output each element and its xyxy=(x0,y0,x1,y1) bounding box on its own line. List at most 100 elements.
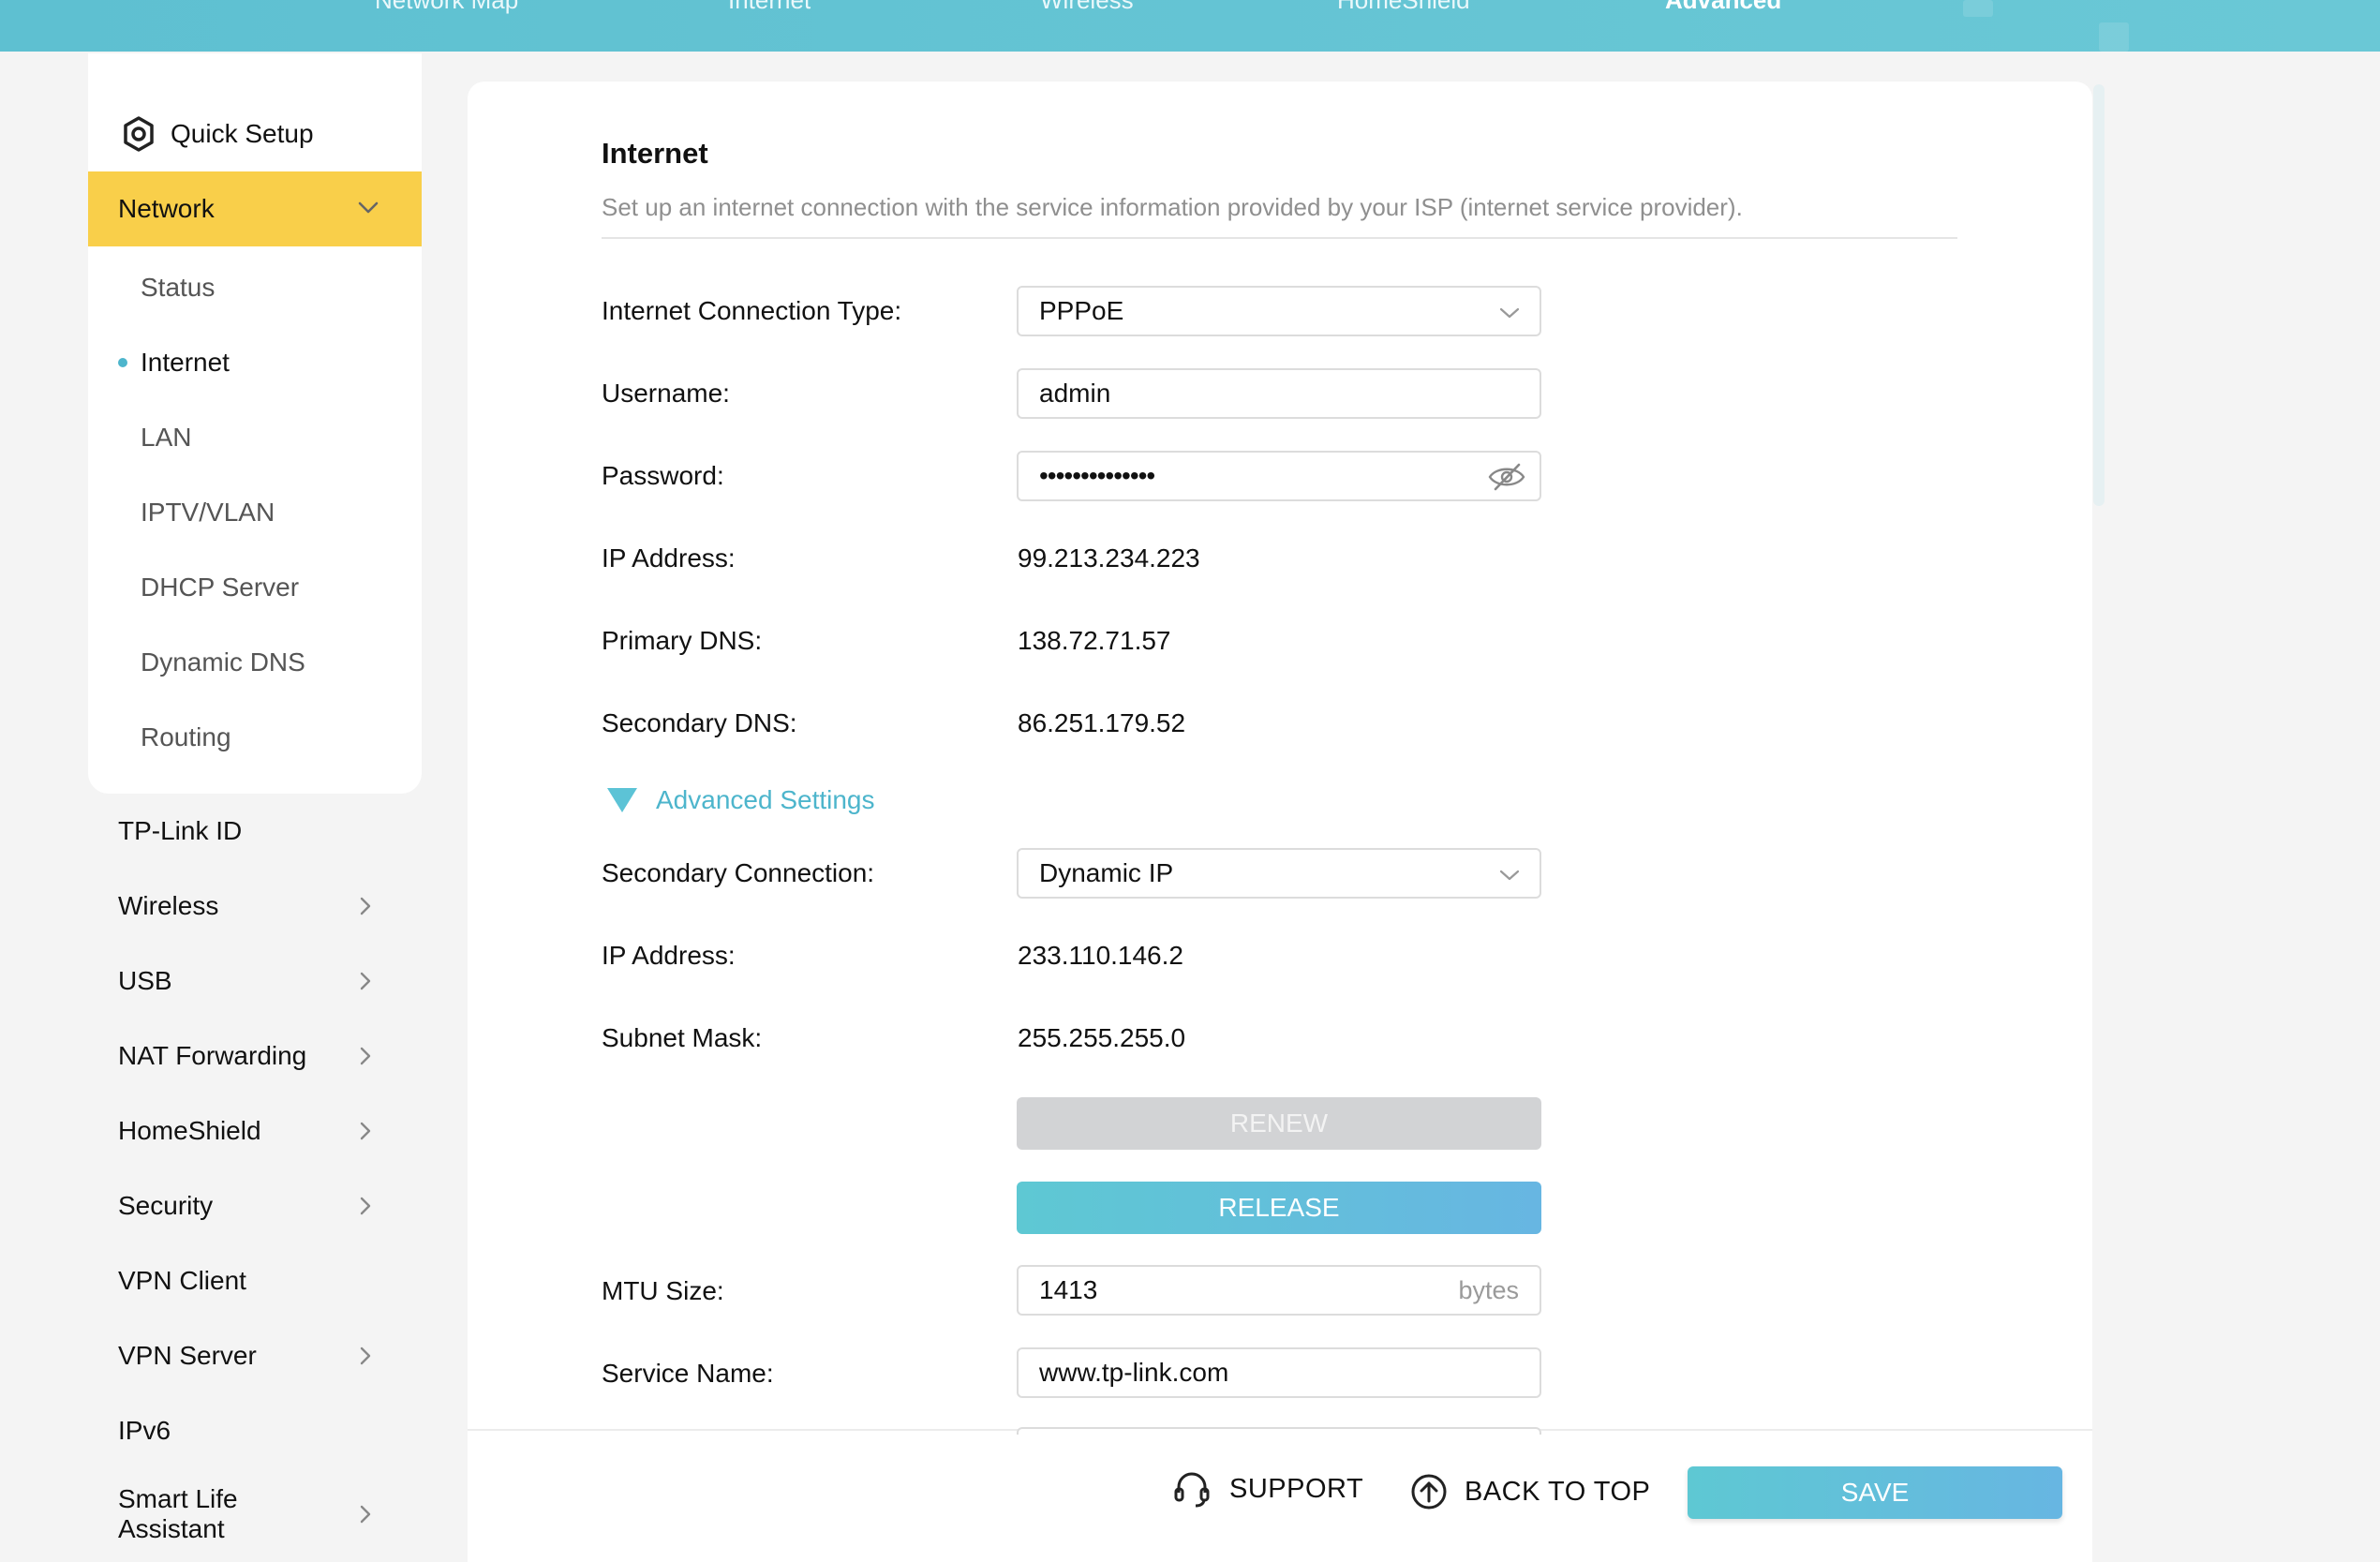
chevron-right-icon xyxy=(360,1047,371,1065)
page-title: Internet xyxy=(602,137,708,170)
sidebar-item-label: USB xyxy=(118,966,172,995)
username-label: Username: xyxy=(602,379,730,408)
tab-advanced[interactable]: Advanced xyxy=(1665,0,1781,15)
tab-internet[interactable]: Internet xyxy=(728,0,811,15)
chevron-down-icon xyxy=(358,201,379,214)
mtu-size-input[interactable]: 1413 bytes xyxy=(1017,1265,1541,1316)
connection-type-select[interactable]: PPPoE xyxy=(1017,286,1541,336)
sidebar-item-tp-link-id[interactable]: TP-Link ID xyxy=(88,798,422,864)
divider xyxy=(602,237,1957,239)
sidebar-subitem-internet[interactable]: Internet xyxy=(88,335,422,391)
sidebar-item-homeshield[interactable]: HomeShield xyxy=(88,1098,422,1164)
sidebar-item-label: Security xyxy=(118,1191,214,1220)
secondary-connection-label: Secondary Connection: xyxy=(602,858,875,887)
sidebar-subitem-label: Routing xyxy=(141,722,231,751)
scrollbar[interactable] xyxy=(2093,84,2105,506)
secondary-dns-value: 86.251.179.52 xyxy=(1018,708,1186,737)
mtu-size-value: 1413 xyxy=(1039,1275,1098,1304)
chevron-right-icon xyxy=(360,1122,371,1140)
username-input[interactable]: admin xyxy=(1017,368,1541,419)
headset-icon xyxy=(1174,1472,1210,1508)
service-name-value: www.tp-link.com xyxy=(1039,1358,1229,1387)
tab-homeshield[interactable]: HomeShield xyxy=(1337,0,1470,15)
password-input[interactable]: •••••••••••••• xyxy=(1017,451,1541,501)
secondary-ip-address-label: IP Address: xyxy=(602,941,736,970)
secondary-ip-address-value: 233.110.146.2 xyxy=(1018,941,1183,970)
back-to-top-label: BACK TO TOP xyxy=(1465,1476,1651,1507)
sidebar-item-label: VPN Server xyxy=(118,1341,257,1370)
sidebar-subitem-lan[interactable]: LAN xyxy=(88,409,422,466)
password-value: •••••••••••••• xyxy=(1039,461,1155,490)
sidebar-subitem-routing[interactable]: Routing xyxy=(88,709,422,766)
sidebar-item-label: VPN Client xyxy=(118,1266,246,1295)
sidebar-item-label: HomeShield xyxy=(118,1116,261,1145)
subnet-mask-value: 255.255.255.0 xyxy=(1018,1023,1186,1052)
sidebar-item-vpn-client[interactable]: VPN Client xyxy=(88,1248,422,1314)
secondary-dns-label: Secondary DNS: xyxy=(602,708,797,737)
chevron-right-icon xyxy=(360,972,371,990)
sidebar-subitem-dhcp-server[interactable]: DHCP Server xyxy=(88,559,422,616)
subnet-mask-label: Subnet Mask: xyxy=(602,1023,763,1052)
username-value: admin xyxy=(1039,379,1111,408)
sidebar-item-usb[interactable]: USB xyxy=(88,948,422,1014)
connection-type-label: Internet Connection Type: xyxy=(602,296,902,325)
sidebar-subitem-label: IPTV/VLAN xyxy=(141,498,275,527)
service-name-label: Service Name: xyxy=(602,1359,774,1388)
chevron-right-icon xyxy=(360,1505,371,1524)
page-description: Set up an internet connection with the s… xyxy=(602,193,1743,221)
sidebar-item-label: Network xyxy=(118,194,215,223)
release-button[interactable]: RELEASE xyxy=(1017,1182,1541,1234)
top-nav: Network Map Internet Wireless HomeShield… xyxy=(0,0,2380,52)
active-indicator-dot xyxy=(118,358,127,367)
renew-button[interactable]: RENEW xyxy=(1017,1097,1541,1150)
chevron-right-icon xyxy=(360,897,371,915)
sidebar-subitem-iptv-vlan[interactable]: IPTV/VLAN xyxy=(88,484,422,541)
secondary-connection-select[interactable]: Dynamic IP xyxy=(1017,848,1541,899)
save-button[interactable]: SAVE xyxy=(1688,1466,2062,1519)
support-link[interactable]: SUPPORT xyxy=(1171,1468,1363,1510)
back-to-top-link[interactable]: BACK TO TOP xyxy=(1410,1473,1650,1510)
gear-icon xyxy=(124,116,154,152)
chevron-down-icon xyxy=(1499,307,1520,319)
sidebar-item-wireless[interactable]: Wireless xyxy=(88,873,422,939)
secondary-connection-value: Dynamic IP xyxy=(1039,858,1174,887)
mtu-unit: bytes xyxy=(1458,1275,1519,1304)
sidebar-subitem-label: Internet xyxy=(141,348,230,377)
ip-address-label: IP Address: xyxy=(602,543,736,573)
arrow-up-circle-icon xyxy=(1411,1474,1447,1510)
decoration xyxy=(2099,22,2129,52)
sidebar-item-nat-forwarding[interactable]: NAT Forwarding xyxy=(88,1023,422,1089)
sidebar-subitem-label: DHCP Server xyxy=(141,573,300,602)
tab-wireless[interactable]: Wireless xyxy=(1040,0,1134,15)
ip-address-value: 99.213.234.223 xyxy=(1018,543,1200,573)
service-name-input[interactable]: www.tp-link.com xyxy=(1017,1347,1541,1398)
advanced-settings-label: Advanced Settings xyxy=(656,785,875,814)
advanced-settings-toggle[interactable]: Advanced Settings xyxy=(607,785,875,815)
chevron-right-icon xyxy=(360,1197,371,1215)
decoration xyxy=(1963,0,1993,17)
sidebar-item-label: NAT Forwarding xyxy=(118,1041,307,1070)
password-label: Password: xyxy=(602,461,724,490)
tab-network-map[interactable]: Network Map xyxy=(375,0,518,15)
sidebar-item-vpn-server[interactable]: VPN Server xyxy=(88,1323,422,1389)
sidebar-item-quick-setup[interactable]: Quick Setup xyxy=(88,105,422,163)
chevron-down-icon xyxy=(1499,870,1520,881)
sidebar-item-ipv6[interactable]: IPv6 xyxy=(88,1398,422,1464)
sidebar-item-smart-life-assistant[interactable]: Smart Life Assistant xyxy=(88,1480,422,1548)
sidebar-item-label: Smart Life Assistant xyxy=(118,1484,238,1543)
sidebar-subitem-dynamic-dns[interactable]: Dynamic DNS xyxy=(88,634,422,691)
sidebar-subitem-label: LAN xyxy=(141,423,192,452)
sidebar-subitem-label: Dynamic DNS xyxy=(141,647,305,677)
sidebar-subitem-label: Status xyxy=(141,273,216,302)
sidebar-item-label: IPv6 xyxy=(118,1416,171,1445)
eye-off-icon[interactable] xyxy=(1487,460,1526,494)
sidebar-item-network[interactable]: Network xyxy=(88,171,422,246)
mtu-size-label: MTU Size: xyxy=(602,1276,724,1305)
sidebar-subitem-status[interactable]: Status xyxy=(88,260,422,316)
primary-dns-value: 138.72.71.57 xyxy=(1018,626,1171,655)
sidebar-item-label: Wireless xyxy=(118,891,219,920)
chevron-right-icon xyxy=(360,1346,371,1365)
sidebar-item-label: Quick Setup xyxy=(171,119,314,148)
partially-hidden-input xyxy=(1017,1427,1541,1435)
sidebar-item-security[interactable]: Security xyxy=(88,1173,422,1239)
